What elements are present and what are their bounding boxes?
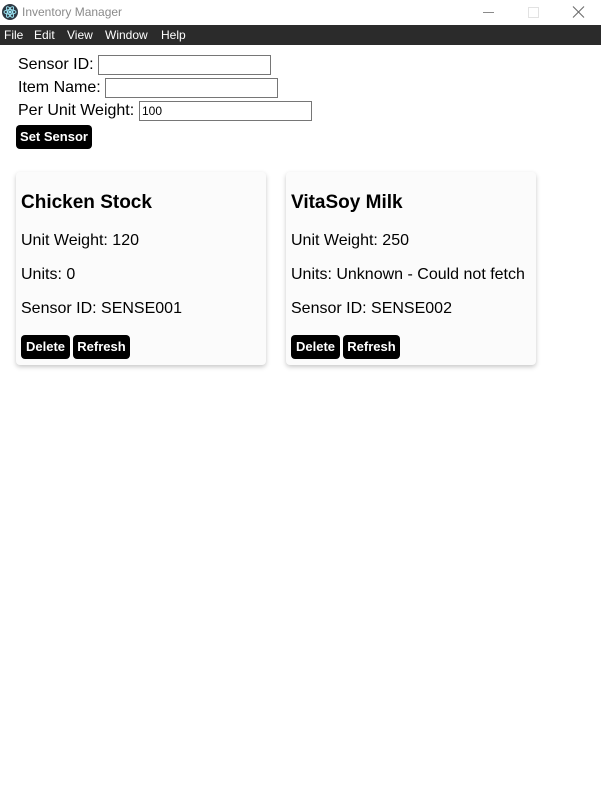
- minimize-icon: [483, 12, 494, 13]
- inventory-card: VitaSoy Milk Unit Weight: 250 Units: Unk…: [286, 172, 536, 365]
- inventory-card: Chicken Stock Unit Weight: 120 Units: 0 …: [16, 172, 266, 365]
- refresh-button[interactable]: Refresh: [73, 335, 130, 359]
- menu-bar: File Edit View Window Help: [0, 25, 601, 45]
- close-button[interactable]: [556, 0, 601, 25]
- menu-edit[interactable]: Edit: [34, 25, 55, 45]
- card-units: Units: 0: [21, 266, 76, 283]
- menu-window[interactable]: Window: [105, 25, 148, 45]
- sensor-id-label: Sensor ID:: [18, 56, 94, 73]
- card-sensor-id: Sensor ID: SENSE002: [291, 300, 452, 317]
- item-name-input[interactable]: [105, 78, 278, 98]
- close-icon: [572, 6, 585, 18]
- card-unit-weight: Unit Weight: 250: [291, 232, 409, 249]
- window-title: Inventory Manager: [22, 5, 123, 19]
- card-unit-weight: Unit Weight: 120: [21, 232, 139, 249]
- card-title: Chicken Stock: [21, 192, 152, 213]
- maximize-icon: [528, 7, 539, 18]
- per-unit-weight-input[interactable]: [139, 101, 312, 121]
- maximize-button[interactable]: [511, 0, 556, 25]
- menu-help[interactable]: Help: [161, 25, 186, 45]
- app-window: Inventory Manager File Edit View Window …: [0, 0, 601, 795]
- card-title: VitaSoy Milk: [291, 192, 403, 213]
- menu-view[interactable]: View: [67, 25, 93, 45]
- per-unit-weight-label: Per Unit Weight:: [18, 102, 135, 119]
- refresh-button[interactable]: Refresh: [343, 335, 400, 359]
- card-units: Units: Unknown - Could not fetch: [291, 266, 525, 283]
- minimize-button[interactable]: [466, 0, 511, 25]
- delete-button[interactable]: Delete: [291, 335, 340, 359]
- card-sensor-id: Sensor ID: SENSE001: [21, 300, 182, 317]
- item-name-label: Item Name:: [18, 79, 101, 96]
- app-icon: [2, 4, 18, 20]
- menu-file[interactable]: File: [4, 25, 23, 45]
- set-sensor-button[interactable]: Set Sensor: [16, 125, 92, 149]
- sensor-id-input[interactable]: [98, 55, 271, 75]
- delete-button[interactable]: Delete: [21, 335, 70, 359]
- title-bar: Inventory Manager: [0, 0, 601, 25]
